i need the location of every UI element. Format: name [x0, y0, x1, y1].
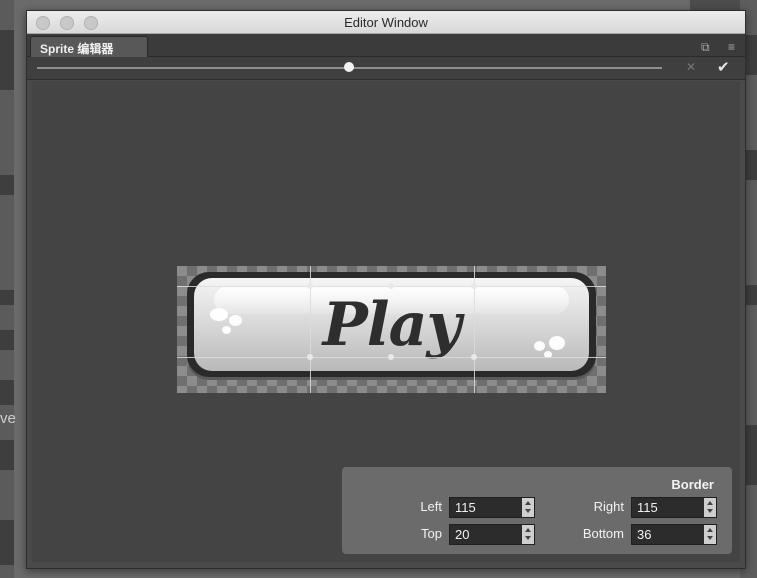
window-title: Editor Window: [344, 15, 428, 30]
title-bar: Editor Window: [27, 11, 745, 34]
sprite-preview[interactable]: Play: [177, 266, 606, 393]
tab-label: Sprite 编辑器: [40, 42, 114, 56]
top-label: Top: [421, 526, 442, 541]
border-handle[interactable]: [388, 283, 394, 289]
border-handle[interactable]: [388, 354, 394, 360]
bottom-border-stepper[interactable]: [704, 525, 716, 544]
maximize-icon[interactable]: ⧉: [701, 40, 710, 55]
border-handle[interactable]: [307, 283, 313, 289]
right-label: Right: [593, 499, 624, 514]
border-panel-title: Border: [671, 477, 714, 492]
tab-bar-icons: ⧉ ≡: [687, 38, 735, 56]
right-border-input[interactable]: 115: [631, 497, 717, 518]
play-text: Play: [322, 290, 462, 360]
left-border-input[interactable]: 115: [449, 497, 535, 518]
tab-sprite-editor[interactable]: Sprite 编辑器: [30, 36, 148, 57]
check-icon[interactable]: ✔: [717, 58, 730, 76]
left-label: Left: [420, 499, 442, 514]
right-border-value[interactable]: 115: [637, 500, 658, 515]
background-top-fragment: [690, 0, 742, 10]
border-panel: Border Left 115 Right 115 Top 20 Bottom …: [342, 467, 732, 554]
border-handle[interactable]: [471, 354, 477, 360]
tab-bar: Sprite 编辑器 ⧉ ≡: [27, 34, 745, 57]
background-left-text: ve: [0, 410, 16, 427]
left-border-stepper[interactable]: [522, 498, 534, 517]
editor-window: Editor Window Sprite 编辑器 ⧉ ≡ ✕ ✔ Play Bo…: [26, 10, 746, 569]
top-border-input[interactable]: 20: [449, 524, 535, 545]
right-border-stepper[interactable]: [704, 498, 716, 517]
background-left-panel: [0, 0, 14, 578]
close-icon[interactable]: ✕: [686, 60, 696, 74]
toolbar: ✕ ✔: [27, 57, 745, 80]
top-border-value[interactable]: 20: [455, 527, 469, 542]
border-handle[interactable]: [307, 354, 313, 360]
menu-icon[interactable]: ≡: [728, 40, 735, 54]
bottom-label: Bottom: [582, 526, 624, 541]
left-border-value[interactable]: 115: [455, 500, 476, 515]
bottom-border-value[interactable]: 36: [637, 527, 651, 542]
bottom-border-input[interactable]: 36: [631, 524, 717, 545]
zoom-slider-thumb[interactable]: [344, 62, 354, 72]
top-border-stepper[interactable]: [522, 525, 534, 544]
border-handle[interactable]: [471, 283, 477, 289]
